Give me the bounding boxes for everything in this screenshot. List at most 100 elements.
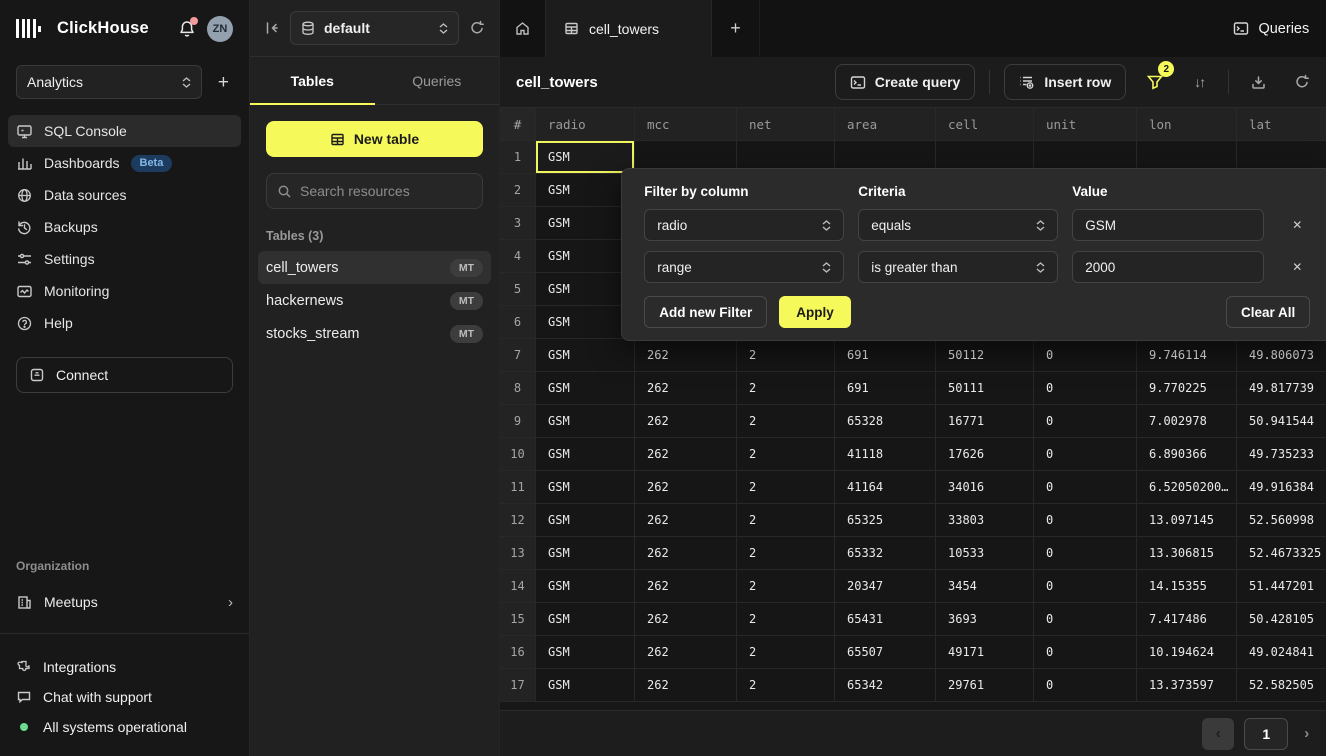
table-cell[interactable]: 29761 [936,669,1034,702]
table-cell[interactable]: 691 [835,372,936,405]
table-cell[interactable]: 262 [635,438,737,471]
table-cell[interactable]: 2 [737,372,835,405]
table-cell[interactable]: GSM [536,141,635,174]
table-cell[interactable]: GSM [536,669,635,702]
column-header[interactable]: lat [1237,108,1326,141]
table-cell[interactable]: 9.746114 [1137,339,1237,372]
filter-value-input-1[interactable]: GSM [1072,209,1264,241]
new-tab-button[interactable]: + [712,0,760,57]
clear-all-button[interactable]: Clear All [1226,296,1310,328]
table-cell[interactable]: 262 [635,471,737,504]
filter-criteria-select-2[interactable]: is greater than [858,251,1058,283]
table-cell[interactable]: 262 [635,405,737,438]
table-cell[interactable]: 52.582505 [1237,669,1326,702]
table-cell[interactable]: 9.770225 [1137,372,1237,405]
table-cell[interactable]: 10.194624 [1137,636,1237,669]
filter-column-select-2[interactable]: range [644,251,844,283]
table-cell[interactable]: 262 [635,636,737,669]
filter-value-input-2[interactable]: 2000 [1072,251,1264,283]
table-cell[interactable]: 41118 [835,438,936,471]
filter-button[interactable]: 2 [1140,67,1170,97]
queries-button[interactable]: Queries [1221,0,1326,57]
table-cell[interactable]: 14.15355 [1137,570,1237,603]
table-cell[interactable]: GSM [536,636,635,669]
table-cell[interactable]: 2 [737,570,835,603]
table-cell[interactable]: 6.52050200… [1137,471,1237,504]
table-cell[interactable]: GSM [536,603,635,636]
refresh-icon[interactable] [469,20,485,36]
table-cell[interactable]: 691 [835,339,936,372]
table-cell[interactable]: 262 [635,372,737,405]
table-cell[interactable]: GSM [536,438,635,471]
list-item-hackernews[interactable]: hackernews MT [258,284,491,317]
table-cell[interactable]: 50111 [936,372,1034,405]
table-cell[interactable]: GSM [536,240,635,273]
table-cell[interactable]: GSM [536,405,635,438]
table-cell[interactable]: 49.817739 [1237,372,1326,405]
table-cell[interactable]: 52.4673325 [1237,537,1326,570]
table-cell[interactable]: 262 [635,669,737,702]
sidebar-item-settings[interactable]: Settings [8,243,241,275]
table-cell[interactable]: 3454 [936,570,1034,603]
sidebar-item-integrations[interactable]: Integrations [0,652,249,682]
home-button[interactable] [500,0,546,57]
search-resources[interactable] [266,173,483,209]
table-cell[interactable]: GSM [536,306,635,339]
table-cell[interactable]: 2 [737,669,835,702]
prev-page-button[interactable]: ‹ [1202,718,1234,750]
database-select[interactable]: default [290,11,459,45]
table-cell[interactable]: 2 [737,339,835,372]
column-header[interactable]: net [737,108,835,141]
table-cell[interactable]: 262 [635,504,737,537]
connect-button[interactable]: Connect [16,357,233,393]
avatar[interactable]: ZN [207,16,233,42]
table-cell[interactable]: 65431 [835,603,936,636]
sidebar-item-data-sources[interactable]: Data sources [8,179,241,211]
table-cell[interactable]: GSM [536,273,635,306]
refresh-table-button[interactable] [1287,67,1317,97]
tab-cell-towers[interactable]: cell_towers [546,0,712,57]
table-cell[interactable]: 33803 [936,504,1034,537]
table-cell[interactable]: 0 [1034,636,1137,669]
table-cell[interactable]: 65332 [835,537,936,570]
sort-button[interactable]: ↓↑ [1184,67,1214,97]
table-cell[interactable]: 49.806073 [1237,339,1326,372]
table-cell[interactable]: GSM [536,174,635,207]
system-status[interactable]: All systems operational [0,712,249,742]
table-cell[interactable]: 65507 [835,636,936,669]
next-page-button[interactable]: › [1298,725,1315,742]
column-header[interactable]: mcc [635,108,737,141]
insert-row-button[interactable]: Insert row [1004,64,1126,100]
table-cell[interactable]: 50.428105 [1237,603,1326,636]
column-header[interactable]: # [500,108,536,141]
sidebar-item-meetups[interactable]: Meetups › [0,585,249,619]
table-cell[interactable]: 49.735233 [1237,438,1326,471]
table-cell[interactable]: 52.560998 [1237,504,1326,537]
table-cell[interactable]: 0 [1034,537,1137,570]
tab-queries[interactable]: Queries [375,57,500,104]
column-header[interactable]: radio [536,108,635,141]
notifications-bell-icon[interactable] [177,19,197,39]
table-cell[interactable]: 2 [737,636,835,669]
table-cell[interactable]: GSM [536,207,635,240]
table-cell[interactable]: 65325 [835,504,936,537]
table-cell[interactable]: 49.916384 [1237,471,1326,504]
table-cell[interactable]: 262 [635,339,737,372]
table-cell[interactable]: GSM [536,537,635,570]
table-cell[interactable]: 0 [1034,438,1137,471]
filter-criteria-select-1[interactable]: equals [858,209,1058,241]
table-cell[interactable]: 13.097145 [1137,504,1237,537]
create-query-button[interactable]: Create query [835,64,976,100]
table-cell[interactable]: 262 [635,603,737,636]
table-cell[interactable]: 2 [737,504,835,537]
table-cell[interactable]: 51.447201 [1237,570,1326,603]
search-input[interactable] [300,183,472,199]
table-cell[interactable]: 50.941544 [1237,405,1326,438]
apply-button[interactable]: Apply [779,296,851,328]
table-cell[interactable]: 2 [737,471,835,504]
table-cell[interactable]: 0 [1034,471,1137,504]
current-page[interactable]: 1 [1244,718,1288,750]
table-cell[interactable]: 10533 [936,537,1034,570]
download-button[interactable] [1243,67,1273,97]
table-cell[interactable]: 7.002978 [1137,405,1237,438]
